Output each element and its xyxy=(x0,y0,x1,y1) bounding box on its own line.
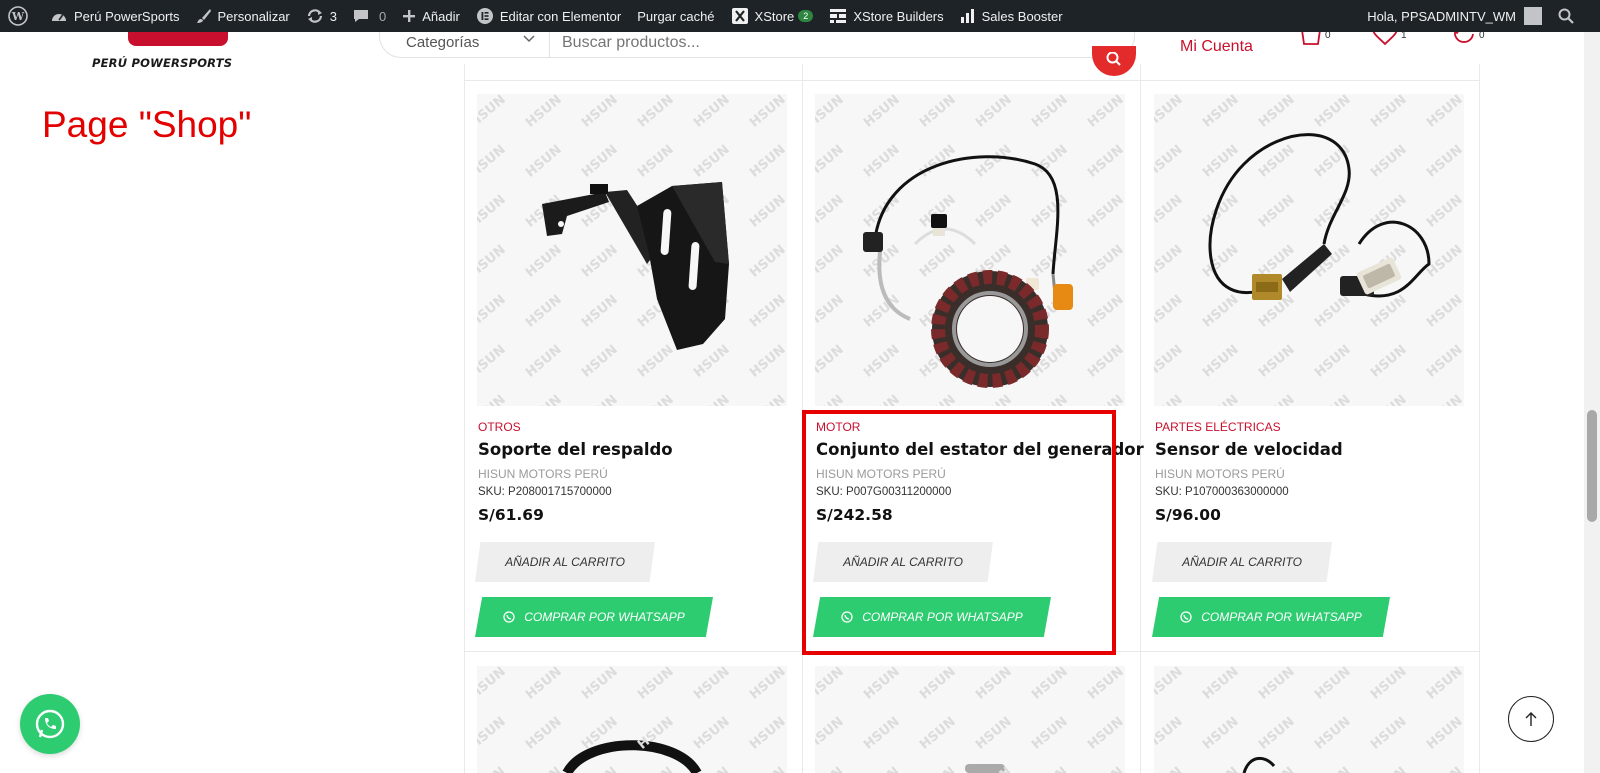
product-brand: HISUN MOTORS PERÚ xyxy=(1155,467,1285,481)
sales-booster-label: Sales Booster xyxy=(981,8,1063,24)
bar-chart-icon xyxy=(960,9,974,23)
updates-icon xyxy=(307,9,322,23)
edit-elementor-menu[interactable]: Editar con Elementor xyxy=(468,0,629,32)
arrow-up-icon xyxy=(1525,712,1537,726)
product-category[interactable]: PARTES ELÉCTRICAS xyxy=(1155,420,1281,434)
stator-image xyxy=(863,155,1073,388)
product-name[interactable]: Sensor de velocidad xyxy=(1155,440,1343,459)
purge-cache-menu[interactable]: Purgar caché xyxy=(629,0,722,32)
category-select[interactable]: Categorías xyxy=(380,28,550,57)
avatar xyxy=(1524,7,1542,25)
xstore-label: XStore xyxy=(754,8,795,24)
admin-search-button[interactable] xyxy=(1550,0,1600,32)
product-price: S/61.69 xyxy=(478,506,544,524)
account-link[interactable]: Mi Cuenta xyxy=(1180,38,1253,56)
buy-whatsapp-label: COMPRAR POR WHATSAPP xyxy=(524,610,685,624)
highlight-box xyxy=(802,410,1116,655)
sales-booster-menu[interactable]: Sales Booster xyxy=(952,0,1071,32)
customize-label: Personalizar xyxy=(217,8,290,24)
new-content-menu[interactable]: Añadir xyxy=(394,0,468,32)
buy-whatsapp-button[interactable]: COMPRAR POR WHATSAPP xyxy=(475,597,713,637)
xstore-icon xyxy=(731,8,748,24)
seat-bracket-image xyxy=(542,182,729,350)
purge-cache-label: Purgar caché xyxy=(637,8,715,24)
xstore-builders-menu[interactable]: XStore Builders xyxy=(821,0,951,32)
product-part-image xyxy=(965,764,1005,773)
product-name[interactable]: Soporte del respaldo xyxy=(478,440,673,459)
add-to-cart-label: AÑADIR AL CARRITO xyxy=(1182,555,1302,569)
buy-whatsapp-label: COMPRAR POR WHATSAPP xyxy=(1201,610,1362,624)
xstore-builders-label: XStore Builders xyxy=(853,8,944,24)
search-icon xyxy=(1558,8,1574,24)
chevron-down-icon xyxy=(523,35,535,43)
comment-icon xyxy=(354,10,368,22)
xstore-badge: 2 xyxy=(798,10,814,22)
product-image[interactable]: HSUN HSUN HSUN HSUN HSUN HSUN HSUN HSUN HSUN HSUN… xyxy=(477,94,787,406)
my-account-menu[interactable]: Hola, PPSADMINTV_WM xyxy=(1359,0,1550,32)
wp-admin-bar: W Perú PowerSports Personalizar 3 0 Añad… xyxy=(0,0,1600,32)
product-card: HSUN HSUN HSUN HSUN HSUN HSUN HSUN HSUN HSUN HSUN… xyxy=(1140,80,1480,652)
search-bar: Categorías xyxy=(379,28,1135,58)
site-header: PERÚ POWERSPORTS Categorías Mi Cuenta 0 … xyxy=(0,24,1600,80)
product-category[interactable]: OTROS xyxy=(478,420,521,434)
edit-elementor-label: Editar con Elementor xyxy=(499,8,622,24)
category-select-value: Categorías xyxy=(406,34,480,51)
updates-count: 3 xyxy=(329,8,337,24)
site-name-menu[interactable]: Perú PowerSports xyxy=(42,0,188,32)
updates-menu[interactable]: 3 xyxy=(298,0,345,32)
search-button[interactable] xyxy=(1092,46,1136,76)
comments-count: 0 xyxy=(379,8,387,24)
logo-mark[interactable] xyxy=(128,32,228,46)
product-part-image xyxy=(562,740,702,773)
search-input[interactable] xyxy=(550,28,1134,57)
dashboard-icon xyxy=(52,14,66,21)
whatsapp-icon xyxy=(503,611,515,623)
elementor-icon xyxy=(476,8,493,24)
add-new-label: Añadir xyxy=(422,8,460,24)
product-image[interactable]: HSUN HSUN HSUN HSUN HSUN HSUN HSUN HSUN HSUN HSUN… xyxy=(477,666,787,773)
brush-icon xyxy=(196,9,211,23)
add-to-cart-button[interactable]: AÑADIR AL CARRITO xyxy=(475,542,655,582)
builders-icon xyxy=(830,9,847,23)
wordpress-logo-icon[interactable]: W xyxy=(0,0,42,32)
greeting-label: Hola, PPSADMINTV_WM xyxy=(1367,8,1516,24)
product-price: S/96.00 xyxy=(1155,506,1221,524)
svg-text:W: W xyxy=(11,10,25,23)
comments-menu[interactable]: 0 xyxy=(345,0,394,32)
product-part-image xyxy=(1242,756,1276,773)
customize-menu[interactable]: Personalizar xyxy=(188,0,298,32)
product-image[interactable]: HSUN HSUN HSUN HSUN HSUN HSUN HSUN HSUN HSUN HSUN… xyxy=(1154,94,1464,406)
search-icon xyxy=(1106,52,1121,66)
product-brand: HISUN MOTORS PERÚ xyxy=(478,467,608,481)
product-image[interactable]: HSUN HSUN HSUN HSUN HSUN HSUN HSUN HSUN HSUN HSUN… xyxy=(815,94,1125,406)
scrollbar-thumb[interactable] xyxy=(1587,410,1597,522)
page-scrollbar[interactable] xyxy=(1584,32,1600,773)
add-to-cart-label: AÑADIR AL CARRITO xyxy=(505,555,625,569)
product-card: HSUN HSUN HSUN HSUN HSUN HSUN HSUN HSUN HSUN HSUN… xyxy=(463,80,803,652)
back-to-top-button[interactable] xyxy=(1508,696,1554,742)
logo-text[interactable]: PERÚ POWERSPORTS xyxy=(92,56,232,70)
whatsapp-icon xyxy=(1180,611,1192,623)
product-sku: SKU: P208001715700000 xyxy=(478,486,612,498)
whatsapp-chat-button[interactable] xyxy=(20,694,80,754)
xstore-menu[interactable]: XStore 2 xyxy=(723,0,822,32)
product-image[interactable]: HSUN HSUN HSUN HSUN HSUN HSUN HSUN HSUN HSUN HSUN… xyxy=(1154,666,1464,773)
buy-whatsapp-button[interactable]: COMPRAR POR WHATSAPP xyxy=(1152,597,1390,637)
add-to-cart-button[interactable]: AÑADIR AL CARRITO xyxy=(1152,542,1332,582)
site-name-label: Perú PowerSports xyxy=(74,8,180,24)
plus-icon xyxy=(403,10,416,22)
page-annotation-label: Page "Shop" xyxy=(42,104,252,145)
product-sku: SKU: P107000363000000 xyxy=(1155,486,1289,498)
product-image[interactable]: HSUN HSUN HSUN HSUN HSUN HSUN HSUN HSUN HSUN HSUN… xyxy=(815,666,1125,773)
speed-sensor-image xyxy=(1208,133,1431,300)
whatsapp-icon xyxy=(35,709,65,739)
stator-coil xyxy=(931,270,1049,388)
